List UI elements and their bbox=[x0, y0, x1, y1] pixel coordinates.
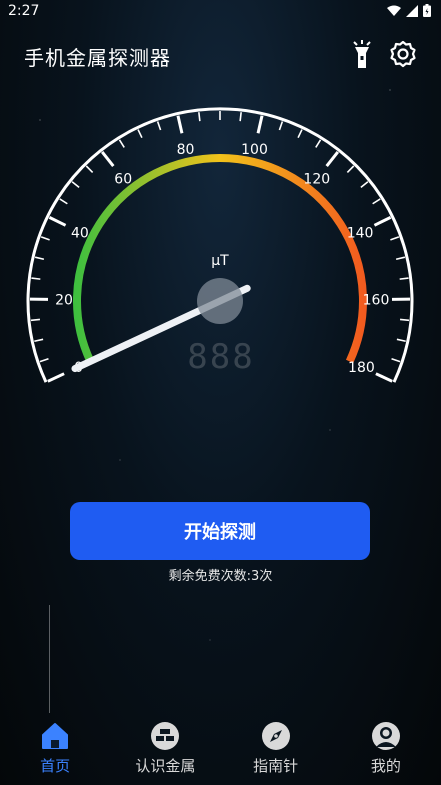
gauge-minor-tick bbox=[118, 139, 125, 148]
bottom-tab-bar: 首页 认识金属 指南针 我的 bbox=[0, 716, 441, 785]
metal-bars-icon bbox=[151, 722, 180, 750]
gauge-minor-tick bbox=[137, 129, 143, 139]
gauge-tick-label: 40 bbox=[71, 225, 89, 241]
tab-metals[interactable]: 认识金属 bbox=[110, 716, 220, 785]
tab-profile[interactable]: 我的 bbox=[331, 716, 441, 785]
gauge-major-tick bbox=[47, 372, 65, 383]
gauge-major-tick bbox=[375, 372, 393, 383]
gauge-minor-tick bbox=[156, 121, 162, 131]
status-bar: 2:27 bbox=[0, 0, 441, 24]
gauge-major-tick bbox=[48, 216, 67, 227]
gauge-major-tick bbox=[373, 216, 392, 227]
status-icons bbox=[387, 4, 431, 17]
gauge-minor-tick bbox=[239, 112, 242, 122]
gauge-minor-tick bbox=[391, 358, 401, 363]
gauge-minor-tick bbox=[297, 129, 303, 139]
tab-metals-label: 认识金属 bbox=[135, 757, 196, 775]
tab-compass[interactable]: 指南针 bbox=[221, 716, 331, 785]
gauge-minor-tick bbox=[34, 256, 45, 261]
gauge-major-tick bbox=[100, 151, 115, 168]
gauge-minor-tick bbox=[40, 236, 50, 241]
start-detection-button[interactable]: 开始探测 bbox=[70, 502, 370, 560]
compass-icon bbox=[261, 722, 290, 750]
gauge-tick-label: 160 bbox=[363, 293, 390, 309]
gauge-minor-tick bbox=[34, 338, 44, 343]
metal-gauge: 020406080100120140160180 μT 888 bbox=[26, 107, 414, 383]
gauge-tick-label: 20 bbox=[55, 293, 73, 309]
wifi-icon bbox=[387, 5, 401, 16]
gauge-tick-label: 120 bbox=[303, 172, 330, 188]
gauge-tick-label: 100 bbox=[241, 142, 268, 158]
gauge-minor-tick bbox=[31, 277, 41, 280]
gauge-major-tick bbox=[256, 115, 264, 134]
tab-home[interactable]: 首页 bbox=[0, 716, 110, 785]
gauge-major-tick bbox=[325, 151, 340, 168]
gauge-minor-tick bbox=[390, 236, 400, 241]
gauge-minor-tick bbox=[396, 338, 406, 343]
signal-icon bbox=[406, 4, 418, 17]
gauge-tick-label: 80 bbox=[177, 142, 195, 158]
gauge-tick-label: 140 bbox=[347, 225, 374, 241]
gauge-minor-tick bbox=[346, 165, 355, 173]
gauge-minor-tick bbox=[85, 165, 94, 173]
tab-profile-label: 我的 bbox=[370, 757, 401, 775]
gauge-unit-label: μT bbox=[211, 253, 229, 269]
gauge-minor-tick bbox=[399, 277, 409, 280]
remaining-free-count: 剩余免费次数:3次 bbox=[168, 569, 273, 584]
gauge-major-tick bbox=[176, 115, 184, 134]
gauge-minor-tick bbox=[59, 198, 68, 205]
app-title: 手机金属探测器 bbox=[24, 46, 171, 70]
battery-icon bbox=[423, 4, 431, 17]
profile-icon bbox=[371, 722, 400, 750]
tab-home-label: 首页 bbox=[40, 757, 71, 775]
gauge-digital-readout: 888 bbox=[187, 337, 254, 377]
gauge-minor-tick bbox=[395, 256, 406, 261]
tab-compass-label: 指南针 bbox=[253, 757, 299, 775]
gauge-minor-tick bbox=[30, 318, 41, 322]
gauge-tick-label: 60 bbox=[114, 172, 132, 188]
gauge-tick-label: 180 bbox=[348, 360, 375, 376]
gauge-minor-tick bbox=[39, 358, 49, 363]
settings-gear-icon[interactable] bbox=[389, 40, 417, 68]
gauge-minor-tick bbox=[278, 121, 284, 131]
gauge-minor-tick bbox=[372, 198, 381, 205]
app-bar: 手机金属探测器 bbox=[0, 36, 441, 76]
divider-line bbox=[49, 605, 50, 713]
gauge-minor-tick bbox=[71, 181, 80, 188]
gauge-minor-tick bbox=[198, 112, 201, 122]
home-icon bbox=[42, 723, 69, 749]
flashlight-icon[interactable] bbox=[350, 40, 374, 70]
gauge-minor-tick bbox=[315, 139, 322, 148]
gauge-minor-tick bbox=[399, 318, 410, 322]
gauge-hub bbox=[197, 278, 243, 324]
gauge-minor-tick bbox=[360, 181, 369, 188]
status-time: 2:27 bbox=[8, 3, 40, 19]
